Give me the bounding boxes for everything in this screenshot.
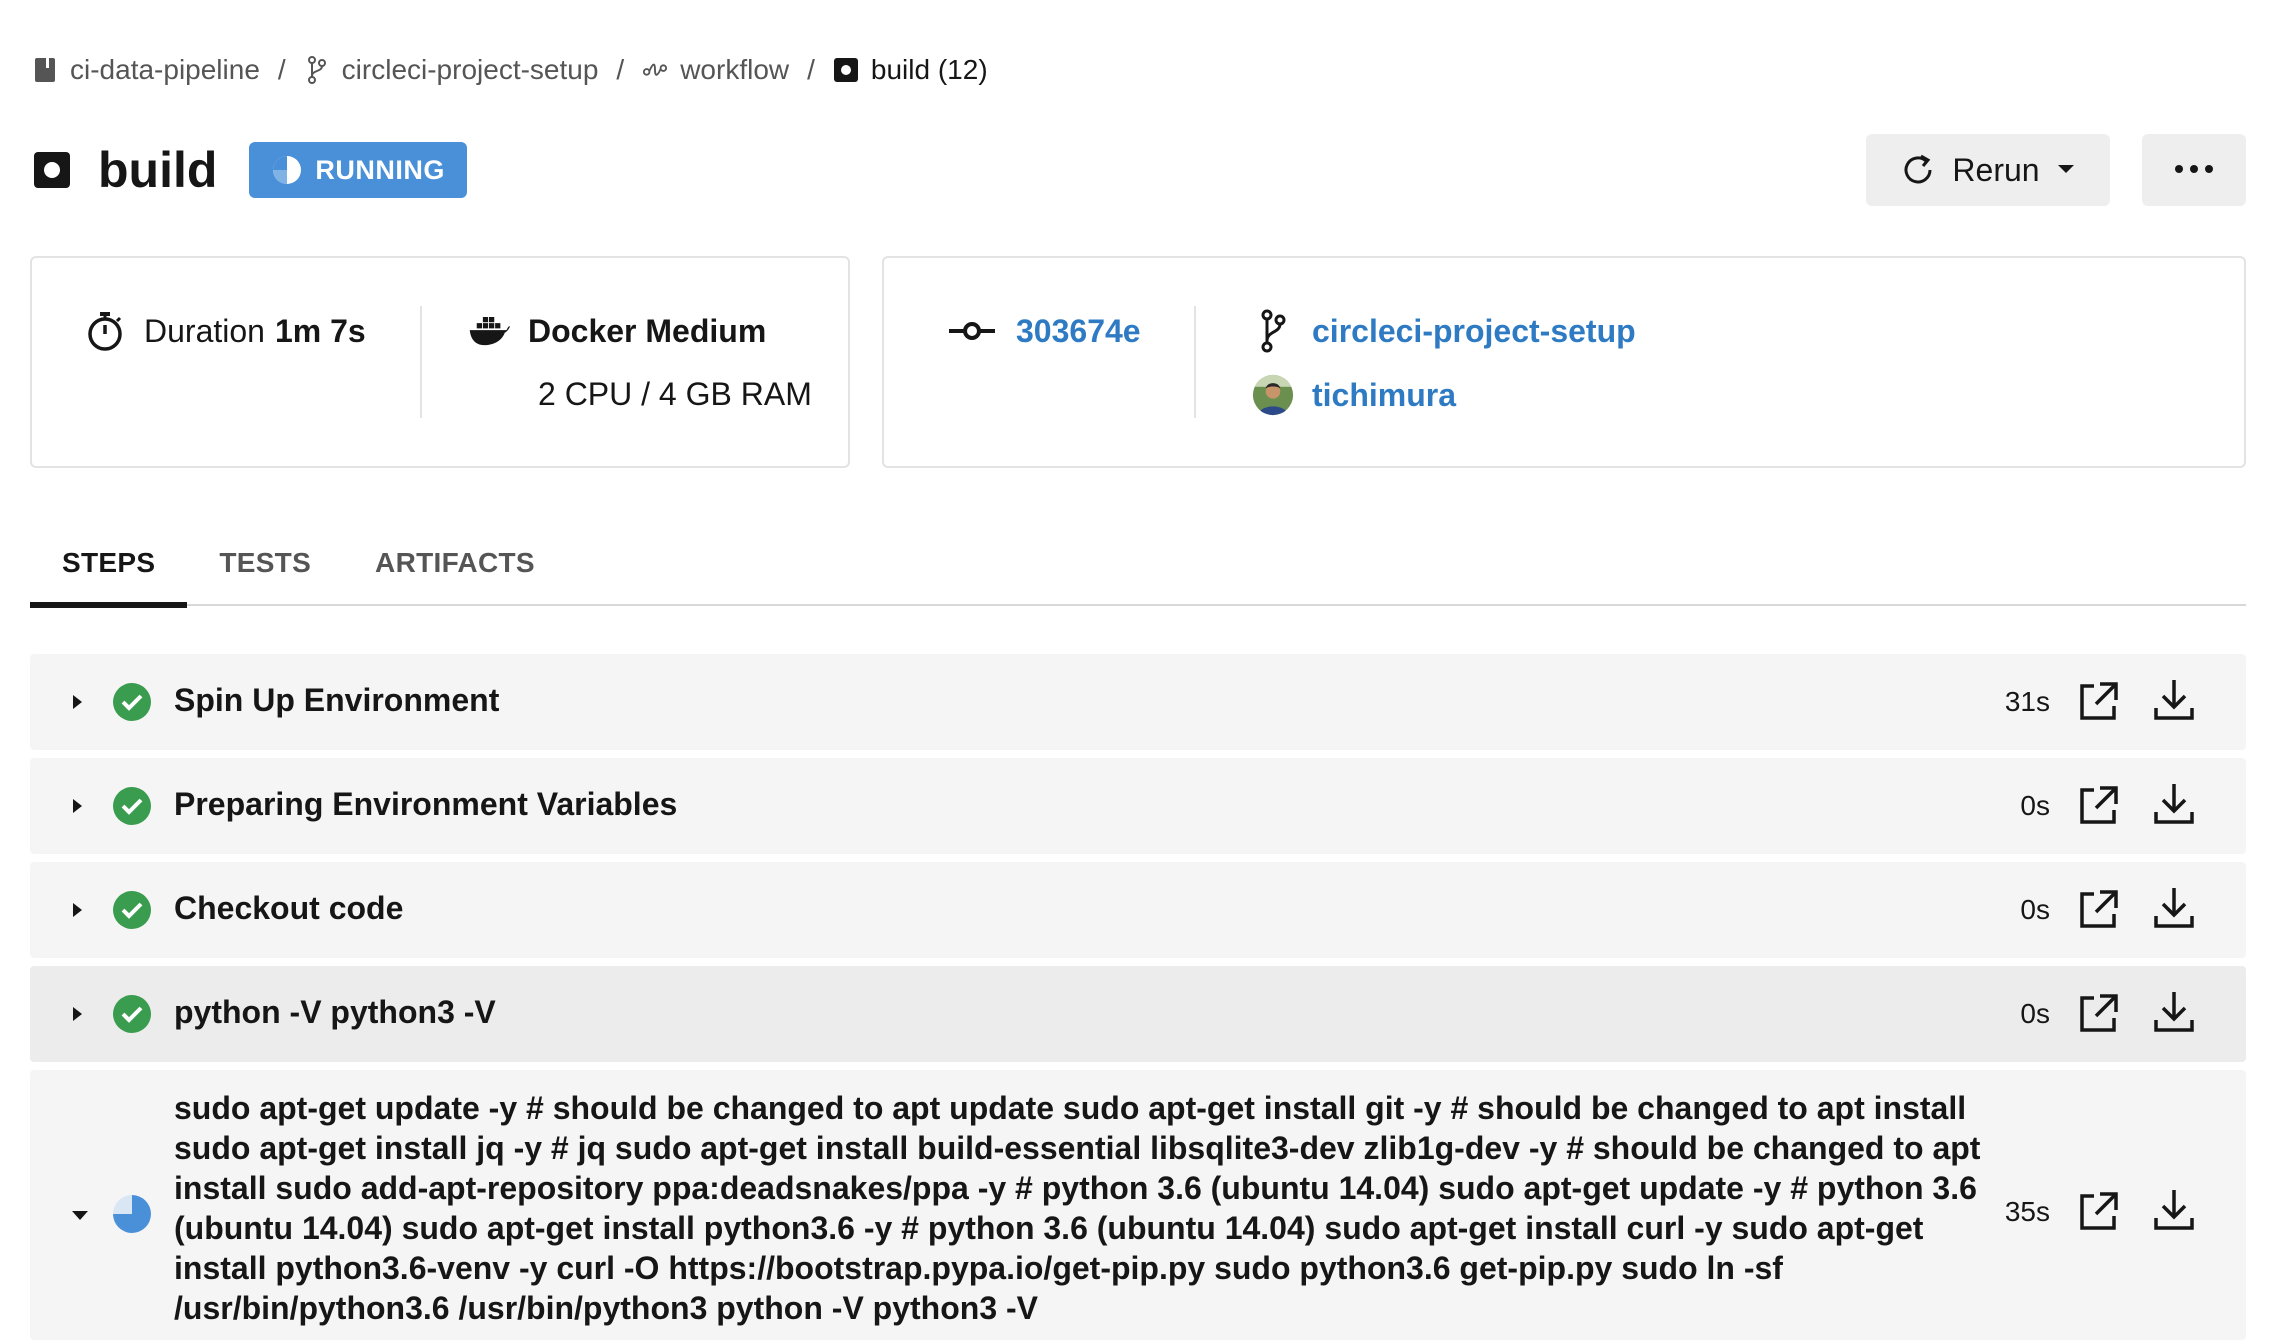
- author-link[interactable]: tichimura: [1312, 377, 1456, 414]
- success-icon: [112, 890, 152, 930]
- step-name: Checkout code: [174, 890, 404, 926]
- commit-info-card: 303674e circleci-project-setup tichimura: [882, 256, 2246, 468]
- caret-right-icon[interactable]: [70, 797, 84, 815]
- step-row[interactable]: python -V python3 -V 0s: [30, 966, 2246, 1062]
- step-row[interactable]: sudo apt-get update -y # should be chang…: [30, 1070, 2246, 1340]
- step-name: sudo apt-get update -y # should be chang…: [174, 1090, 1981, 1326]
- step-duration: 0s: [2020, 790, 2050, 821]
- duration-value: 1m 7s: [274, 312, 366, 349]
- step-duration: 0s: [2020, 894, 2050, 925]
- refresh-icon: [1900, 152, 1936, 188]
- executor-info: Docker Medium: [468, 310, 766, 352]
- executor-spec: 2 CPU / 4 GB RAM: [538, 376, 812, 412]
- success-icon: [112, 682, 152, 722]
- breadcrumb: ci-data-pipeline / circleci-project-setu…: [32, 50, 988, 90]
- more-options-button[interactable]: [2142, 134, 2246, 206]
- author-info: tichimura: [1252, 374, 1456, 416]
- download-icon[interactable]: [2152, 1188, 2196, 1232]
- page-title: build: [98, 142, 218, 198]
- breadcrumb-job: build (12): [833, 54, 988, 86]
- status-badge: RUNNING: [249, 142, 467, 198]
- open-new-tab-icon[interactable]: [2076, 888, 2120, 932]
- download-icon[interactable]: [2152, 990, 2196, 1034]
- executor-name: Docker Medium: [528, 312, 767, 349]
- running-icon: [112, 1194, 152, 1234]
- rerun-button[interactable]: Rerun: [1866, 134, 2110, 206]
- step-row[interactable]: Spin Up Environment 31s: [30, 654, 2246, 750]
- breadcrumb-workflow[interactable]: workflow: [642, 54, 789, 86]
- step-duration: 35s: [2004, 1196, 2050, 1227]
- job-info-card: Duration 1m 7s Docker Medium 2 CPU / 4 G…: [30, 256, 850, 468]
- breadcrumb-separator: /: [807, 54, 815, 85]
- commit-icon: [948, 310, 996, 352]
- tab-steps[interactable]: STEPS: [30, 520, 188, 608]
- branch-link[interactable]: circleci-project-setup: [1312, 313, 1636, 350]
- step-name: Spin Up Environment: [174, 682, 500, 718]
- avatar: [1252, 374, 1294, 416]
- job-icon: [32, 150, 72, 190]
- download-icon[interactable]: [2152, 678, 2196, 722]
- commit-link[interactable]: 303674e: [1016, 313, 1141, 350]
- open-new-tab-icon[interactable]: [2076, 992, 2120, 1036]
- running-icon: [271, 154, 303, 186]
- repo-icon: [32, 57, 58, 83]
- job-icon: [833, 57, 859, 83]
- stopwatch-icon: [84, 310, 126, 352]
- step-name: python -V python3 -V: [174, 994, 496, 1030]
- open-new-tab-icon[interactable]: [2076, 680, 2120, 724]
- step-row[interactable]: Preparing Environment Variables 0s: [30, 758, 2246, 854]
- docker-icon: [468, 310, 510, 352]
- success-icon: [112, 994, 152, 1034]
- breadcrumb-separator: /: [277, 54, 286, 85]
- divider: [1194, 306, 1196, 418]
- duration-info: Duration 1m 7s: [84, 310, 366, 352]
- caret-right-icon[interactable]: [70, 1005, 84, 1023]
- success-icon: [112, 786, 152, 826]
- chevron-down-icon: [2056, 163, 2076, 177]
- breadcrumb-project[interactable]: ci-data-pipeline: [32, 54, 260, 86]
- caret-down-icon[interactable]: [70, 1208, 90, 1222]
- step-row[interactable]: Checkout code 0s: [30, 862, 2246, 958]
- step-duration: 31s: [2004, 686, 2050, 717]
- download-icon[interactable]: [2152, 782, 2196, 826]
- job-header: build RUNNING: [32, 138, 467, 202]
- branch-icon: [1252, 309, 1294, 353]
- duration-label: Duration: [144, 312, 265, 349]
- caret-right-icon[interactable]: [70, 693, 84, 711]
- tab-bar: STEPS TESTS ARTIFACTS: [30, 520, 2246, 608]
- download-icon[interactable]: [2152, 886, 2196, 930]
- divider: [420, 306, 422, 418]
- workflow-icon: [642, 57, 668, 83]
- open-new-tab-icon[interactable]: [2076, 784, 2120, 828]
- branch-info: circleci-project-setup: [1252, 309, 1636, 353]
- caret-right-icon[interactable]: [70, 901, 84, 919]
- tab-tests[interactable]: TESTS: [187, 520, 343, 606]
- more-icon: [2174, 161, 2214, 179]
- commit-info: 303674e: [948, 310, 1141, 352]
- branch-icon: [304, 56, 330, 84]
- step-name: Preparing Environment Variables: [174, 786, 678, 822]
- breadcrumb-separator: /: [616, 54, 625, 85]
- breadcrumb-branch[interactable]: circleci-project-setup: [304, 54, 598, 86]
- tab-artifacts[interactable]: ARTIFACTS: [343, 520, 567, 606]
- step-duration: 0s: [2020, 998, 2050, 1029]
- open-new-tab-icon[interactable]: [2076, 1190, 2120, 1234]
